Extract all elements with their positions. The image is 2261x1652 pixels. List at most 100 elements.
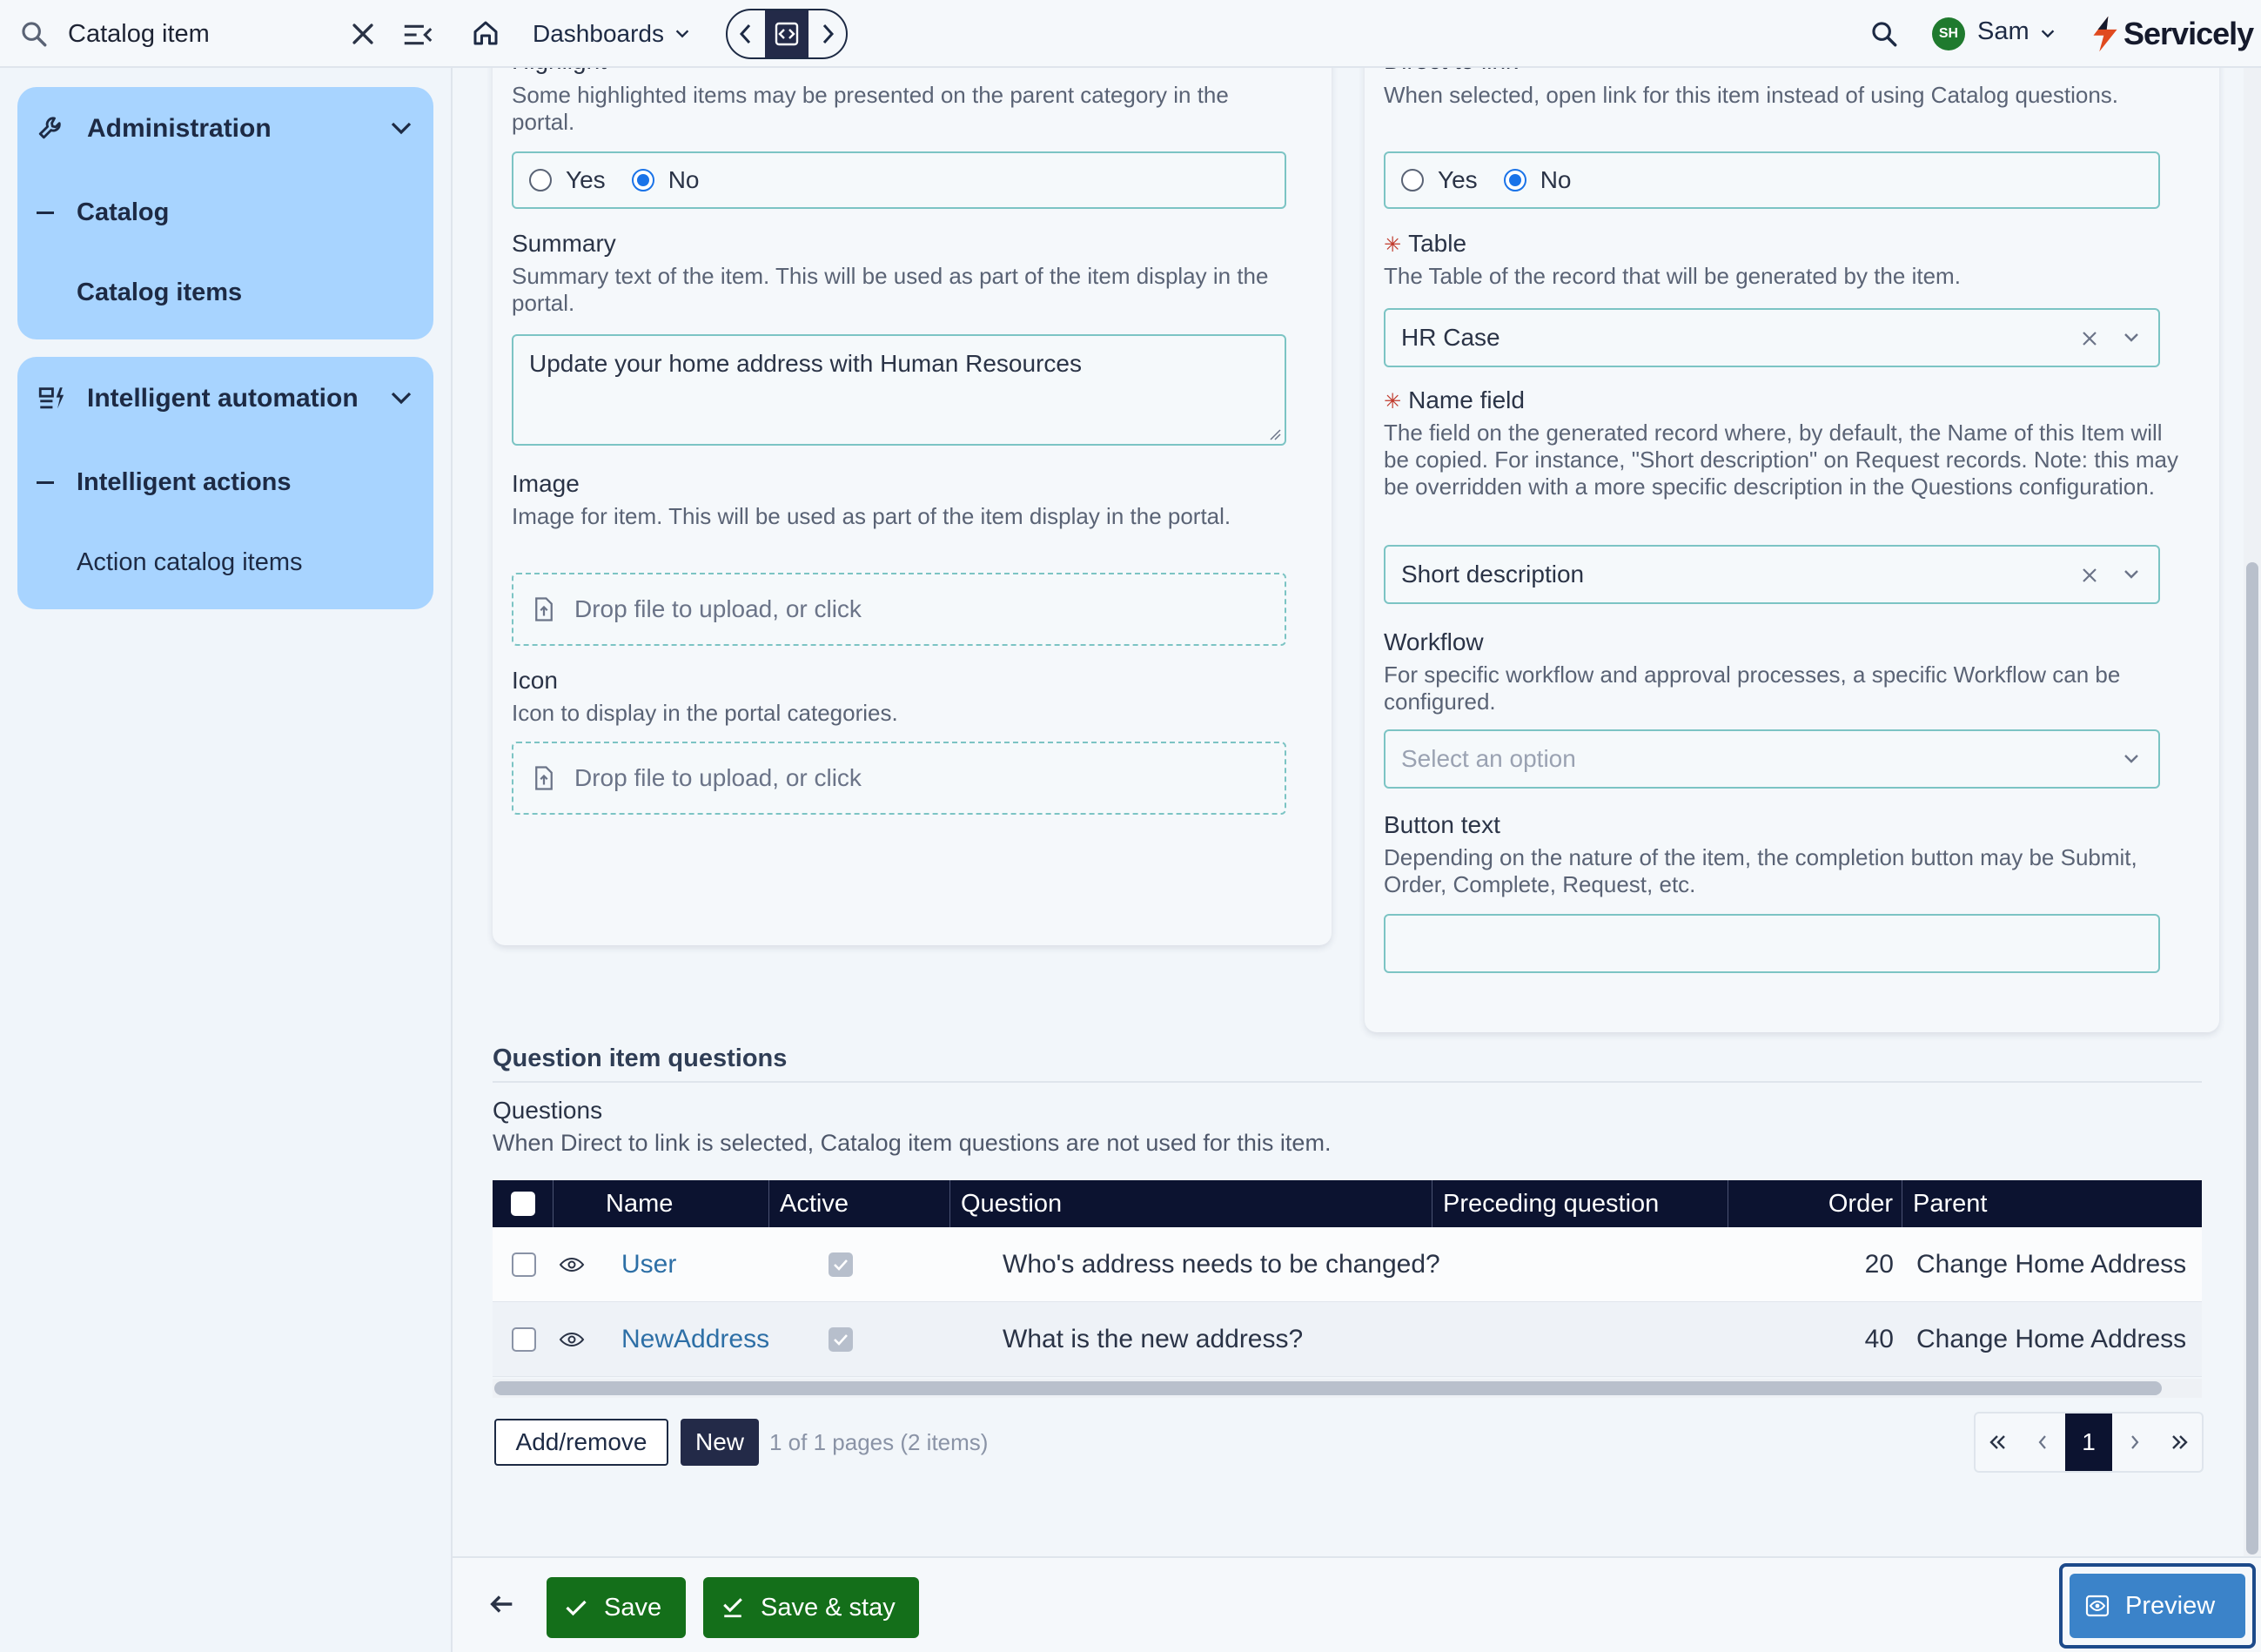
history-back-button[interactable] <box>728 10 765 57</box>
home-icon[interactable] <box>470 17 501 49</box>
summary-textarea[interactable]: Update your home address with Human Reso… <box>512 334 1286 446</box>
preview-eye-icon <box>2085 1595 2110 1617</box>
questions-label: Questions <box>493 1097 603 1124</box>
nav-item-action-catalog-items[interactable]: Action catalog items <box>77 543 303 581</box>
collapse-dash-icon <box>37 480 54 484</box>
resize-handle-icon[interactable] <box>1269 428 1281 440</box>
chevron-down-icon[interactable] <box>388 386 414 409</box>
highlight-label: Highlight <box>512 68 607 75</box>
save-button[interactable]: Save <box>547 1577 686 1638</box>
table-value: HR Case <box>1401 324 1500 351</box>
scrollbar-thumb[interactable] <box>494 1381 2162 1395</box>
name-field-select[interactable]: Short description <box>1384 545 2160 604</box>
chevron-down-icon[interactable] <box>2122 567 2141 581</box>
form-content: Highlight Some highlighted items may be … <box>453 68 2244 1556</box>
clear-selection-icon[interactable] <box>2080 566 2099 585</box>
question-name-link[interactable]: User <box>621 1227 676 1302</box>
nav-card-administration: Administration Catalog Catalog items <box>17 87 433 339</box>
column-header-order[interactable]: Order <box>1728 1180 1902 1227</box>
clear-selection-icon[interactable] <box>2080 329 2099 348</box>
nav-group-catalog[interactable]: Catalog <box>37 193 169 232</box>
questions-table: Name Active Question Preceding question … <box>493 1180 2202 1398</box>
first-page-button[interactable] <box>1976 1414 2021 1471</box>
order-value: 40 <box>1864 1325 1894 1353</box>
direct-to-link-label: Direct to link <box>1384 68 1518 75</box>
preview-button[interactable]: Preview <box>2070 1574 2245 1638</box>
summary-label: Summary <box>512 230 616 257</box>
code-view-button[interactable] <box>764 10 809 57</box>
pagination: 1 <box>1974 1412 2204 1473</box>
direct-to-link-yes-radio[interactable] <box>1401 169 1424 191</box>
row-checkbox[interactable] <box>512 1327 536 1352</box>
global-search-icon[interactable] <box>1869 19 1899 49</box>
code-icon <box>775 22 799 46</box>
nav-group-intelligent-actions[interactable]: Intelligent actions <box>37 463 292 501</box>
nav-section-administration[interactable]: Administration <box>37 108 419 150</box>
form-card-right: Direct to link When selected, open link … <box>1365 68 2219 1032</box>
row-select-cell <box>503 1302 545 1377</box>
radio-label: Yes <box>1438 166 1478 193</box>
radio-label: No <box>668 166 700 193</box>
active-checkbox <box>829 1227 853 1302</box>
user-avatar[interactable]: SH <box>1932 17 1965 50</box>
view-record-button[interactable] <box>559 1302 594 1377</box>
history-forward-button[interactable] <box>808 10 846 57</box>
chevron-down-icon <box>675 30 689 38</box>
save-and-stay-label: Save & stay <box>761 1593 896 1622</box>
chevron-down-icon[interactable] <box>2122 331 2141 345</box>
name-field-label-text: Name field <box>1408 386 1525 413</box>
table-label: ✳ Table <box>1384 230 1466 258</box>
preview-focus-ring: Preview <box>2059 1563 2256 1649</box>
add-remove-button[interactable]: Add/remove <box>494 1419 668 1466</box>
page-vertical-scrollbar[interactable] <box>2244 68 2261 1556</box>
image-label: Image <box>512 470 580 497</box>
dropzone-text: Drop file to upload, or click <box>574 595 862 622</box>
column-header-preceding-question[interactable]: Preceding question <box>1432 1180 1728 1227</box>
highlight-yes-radio[interactable] <box>529 169 552 191</box>
nav-item-catalog-items[interactable]: Catalog items <box>77 273 242 312</box>
search-icon <box>22 22 47 47</box>
page-button-current[interactable]: 1 <box>2065 1414 2112 1471</box>
summary-description: Summary text of the item. This will be u… <box>512 263 1269 316</box>
next-page-button[interactable] <box>2112 1414 2157 1471</box>
image-upload-dropzone[interactable]: Drop file to upload, or click <box>512 573 1286 646</box>
back-arrow-icon[interactable] <box>487 1589 517 1619</box>
nav-section-intelligent-automation[interactable]: Intelligent automation <box>37 378 419 420</box>
wrench-icon <box>38 117 61 139</box>
highlight-no-radio[interactable] <box>631 169 654 191</box>
column-header-parent[interactable]: Parent <box>1902 1180 2202 1227</box>
column-header-question[interactable]: Question <box>950 1180 1432 1227</box>
highlight-radio-group: Yes No <box>512 151 1286 209</box>
chevron-down-icon[interactable] <box>2038 26 2057 42</box>
select-all-checkbox[interactable] <box>510 1192 535 1216</box>
chevron-down-icon[interactable] <box>2122 752 2141 766</box>
workflow-label: Workflow <box>1384 628 1484 655</box>
collapse-sidebar-icon[interactable] <box>402 21 433 49</box>
table-select[interactable]: HR Case <box>1384 308 2160 367</box>
new-question-button[interactable]: New <box>681 1419 759 1466</box>
sidebar-search-input[interactable] <box>68 16 329 52</box>
clear-search-icon[interactable] <box>348 19 378 49</box>
workflow-select[interactable]: Select an option <box>1384 729 2160 789</box>
column-header-active[interactable]: Active <box>769 1180 950 1227</box>
question-name-link[interactable]: NewAddress <box>621 1302 769 1377</box>
last-page-button[interactable] <box>2157 1414 2202 1471</box>
column-header-name[interactable]: Name <box>595 1180 769 1227</box>
chevron-down-icon[interactable] <box>388 117 414 139</box>
check-icon <box>834 1334 848 1346</box>
direct-to-link-no-radio[interactable] <box>1503 169 1526 191</box>
user-name[interactable]: Sam <box>1977 17 2030 46</box>
icon-upload-dropzone[interactable]: Drop file to upload, or click <box>512 742 1286 815</box>
button-text-input[interactable] <box>1384 914 2160 973</box>
dashboards-menu[interactable]: Dashboards <box>533 16 692 52</box>
scrollbar-thumb[interactable] <box>2246 562 2258 1555</box>
pagination-info: 1 of 1 pages (2 items) <box>769 1429 989 1455</box>
table-horizontal-scrollbar[interactable] <box>493 1379 2202 1398</box>
previous-page-button[interactable] <box>2021 1414 2066 1471</box>
view-record-button[interactable] <box>559 1227 594 1302</box>
row-checkbox[interactable] <box>512 1252 536 1277</box>
table-row: User Who's address needs to be changed? … <box>493 1227 2202 1302</box>
highlight-description: Some highlighted items may be presented … <box>512 82 1229 135</box>
action-bar: Save Save & stay Preview <box>453 1556 2261 1652</box>
save-and-stay-button[interactable]: Save & stay <box>703 1577 919 1638</box>
